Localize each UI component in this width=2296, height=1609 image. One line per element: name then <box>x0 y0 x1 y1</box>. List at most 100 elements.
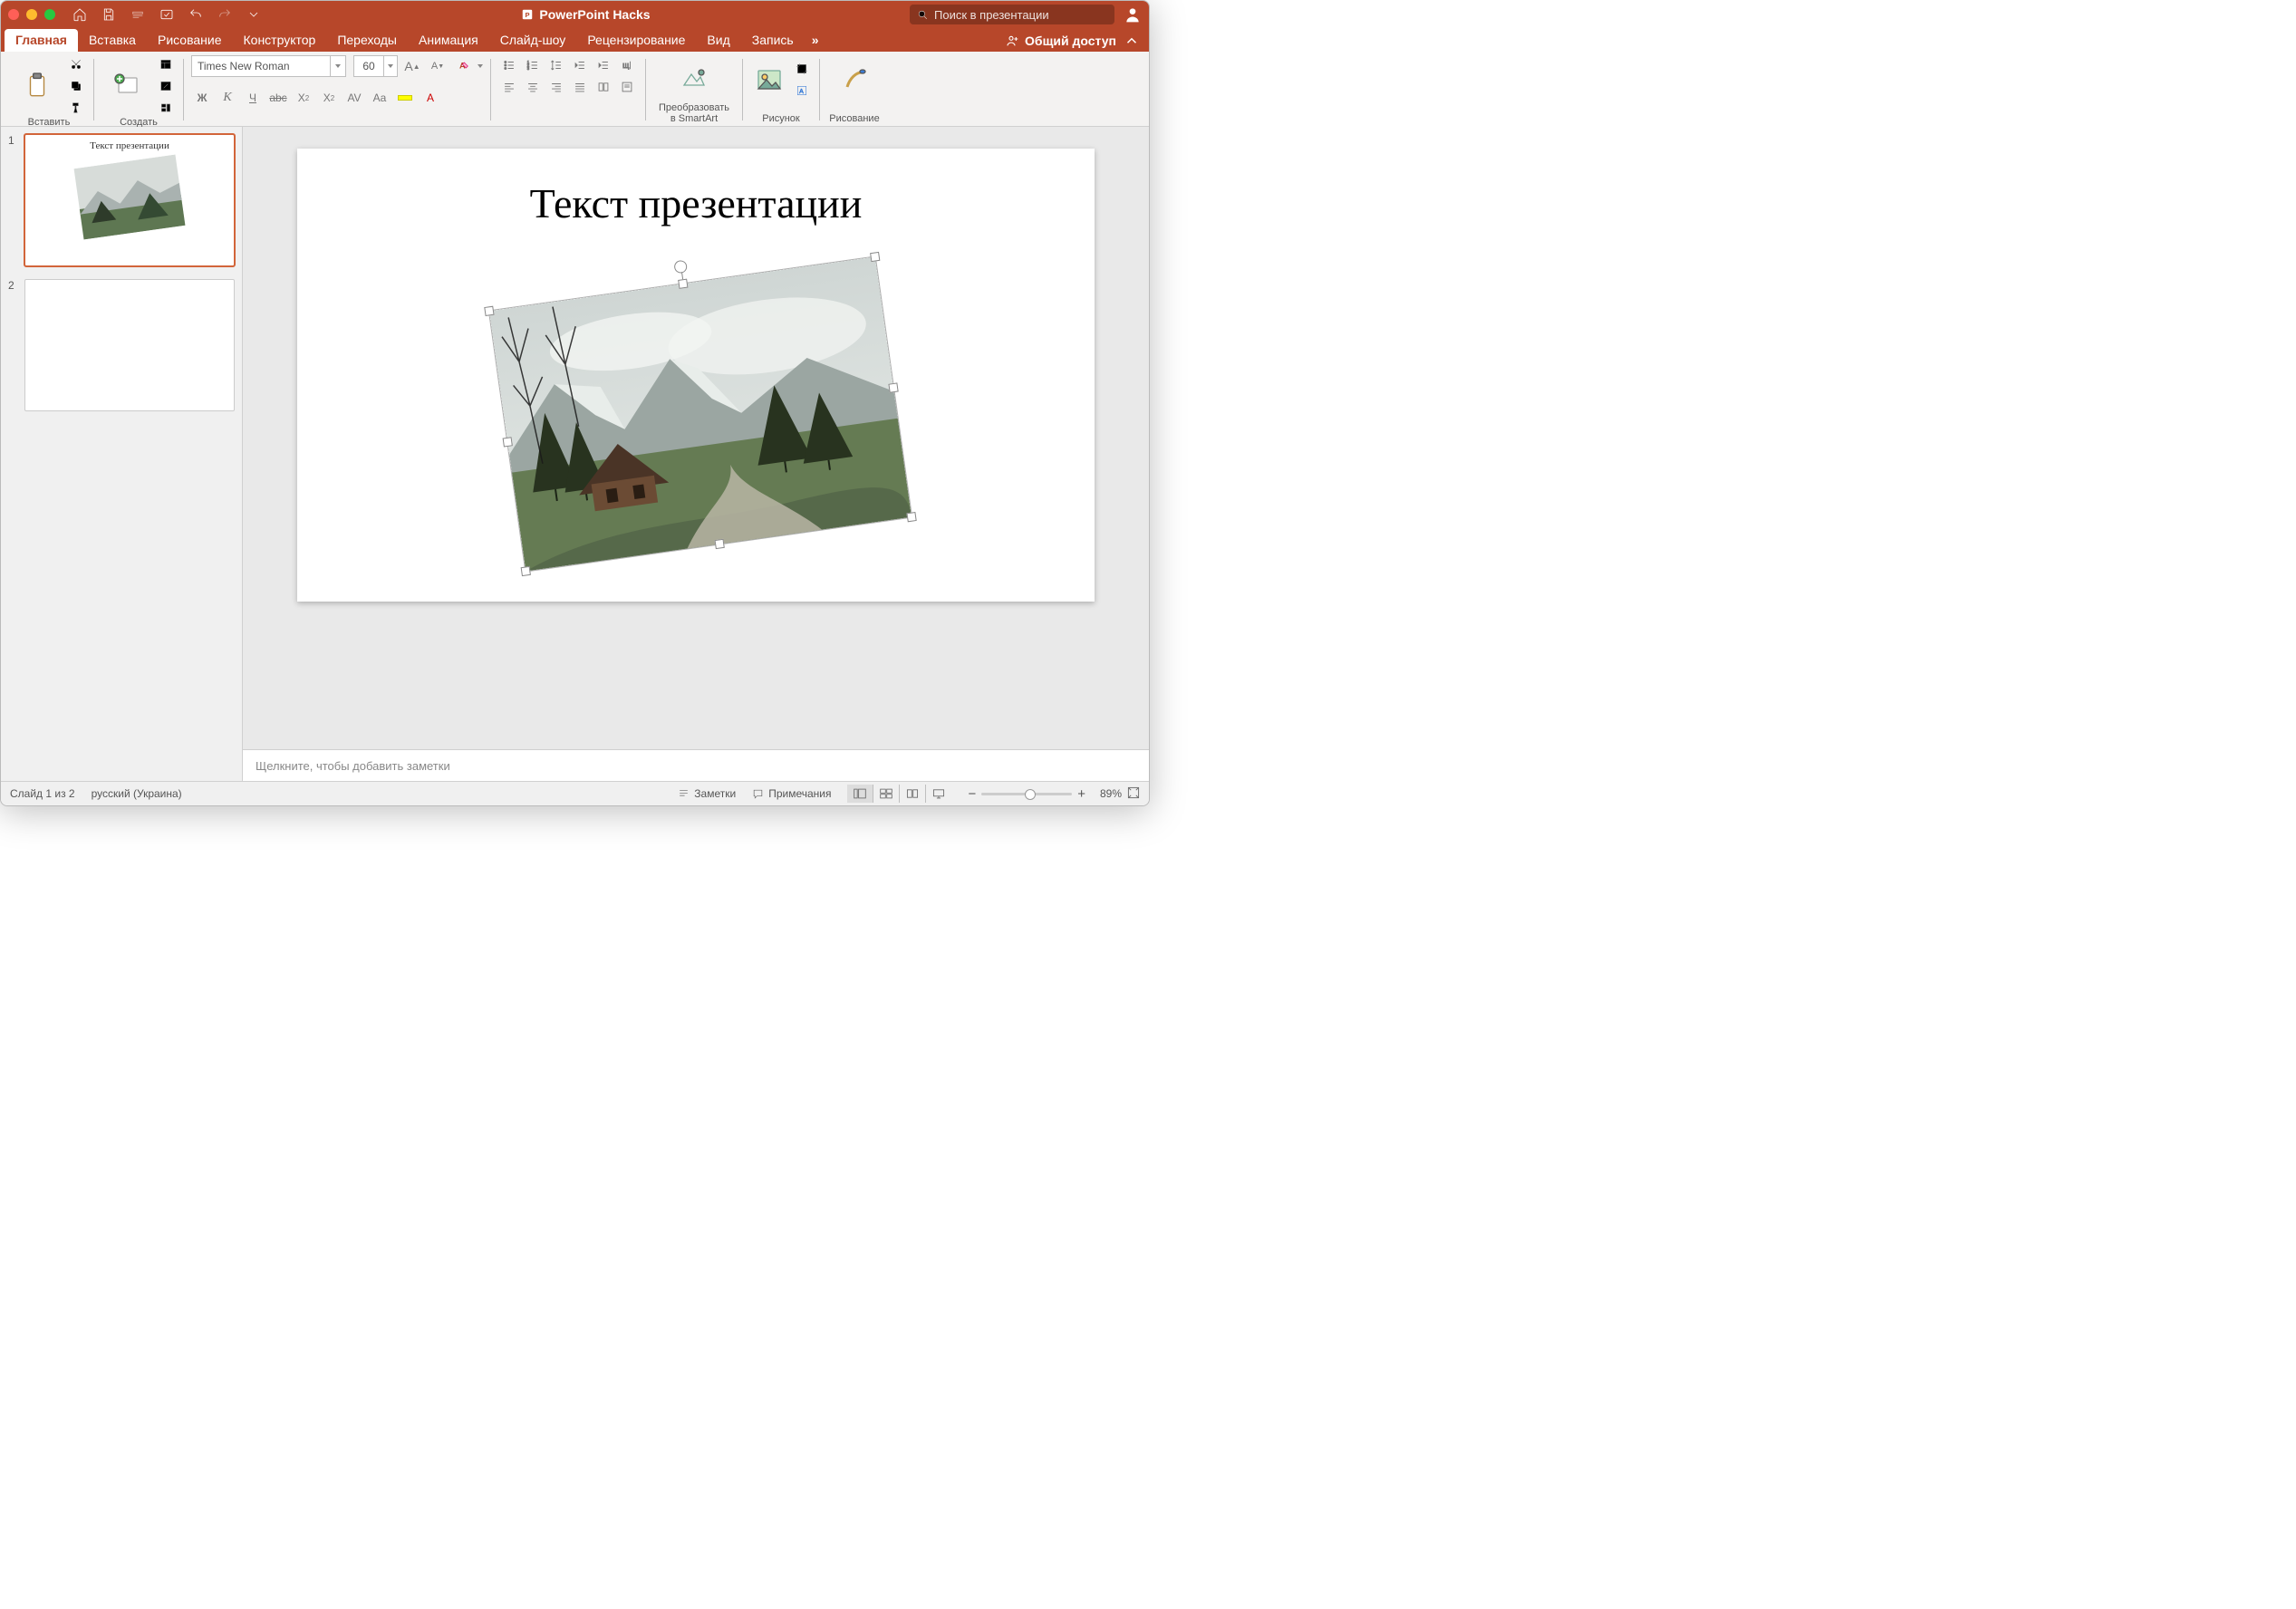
section-button[interactable] <box>156 99 176 117</box>
paste-button[interactable] <box>12 62 63 111</box>
zoom-out-button[interactable]: − <box>968 786 976 802</box>
undo-icon[interactable] <box>188 6 204 23</box>
tab-insert[interactable]: Вставка <box>78 29 147 52</box>
strike-button[interactable]: abc <box>267 88 289 108</box>
resize-handle-tl[interactable] <box>484 306 494 316</box>
view-reading-button[interactable] <box>899 785 925 803</box>
align-text-button[interactable] <box>616 77 638 97</box>
account-icon[interactable] <box>1124 5 1142 24</box>
copy-button[interactable] <box>66 77 86 95</box>
thumbnail-preview[interactable]: Текст презентации <box>24 134 235 266</box>
cut-button[interactable] <box>66 55 86 73</box>
resize-handle-l[interactable] <box>503 437 513 447</box>
picture-alt-button[interactable]: A <box>792 82 812 100</box>
decrease-font-button[interactable]: A▼ <box>427 56 449 76</box>
tab-design[interactable]: Конструктор <box>233 29 327 52</box>
resize-handle-t[interactable] <box>678 279 688 289</box>
tab-record[interactable]: Запись <box>741 29 805 52</box>
tab-slideshow[interactable]: Слайд-шоу <box>489 29 577 52</box>
resize-handle-bl[interactable] <box>521 566 531 576</box>
qat-more-icon[interactable] <box>246 6 262 23</box>
language-indicator[interactable]: русский (Украина) <box>92 787 182 800</box>
selected-picture[interactable] <box>489 256 912 571</box>
increase-indent-button[interactable] <box>593 55 614 75</box>
rotate-handle[interactable] <box>673 260 688 275</box>
tab-animation[interactable]: Анимация <box>408 29 489 52</box>
slide-title-text[interactable]: Текст презентации <box>297 179 1095 227</box>
bold-button[interactable]: Ж <box>191 88 213 108</box>
font-group-more[interactable] <box>478 64 483 68</box>
line-spacing-button[interactable] <box>545 55 567 75</box>
view-sorter-button[interactable] <box>873 785 899 803</box>
clear-formatting-button[interactable]: A <box>452 56 474 76</box>
italic-button[interactable]: К <box>217 88 238 108</box>
font-color-button[interactable]: A <box>420 88 441 108</box>
font-size-dropdown[interactable] <box>383 56 397 76</box>
resize-handle-tr[interactable] <box>870 252 880 262</box>
slide-thumbnail-panel[interactable]: 1 Текст презентации 2 <box>1 127 243 781</box>
numbering-button[interactable]: 123 <box>522 55 544 75</box>
underline-button[interactable]: Ч <box>242 88 264 108</box>
slide-canvas[interactable]: Текст презентации <box>297 149 1095 602</box>
close-window-button[interactable] <box>8 9 19 20</box>
fit-to-window-button[interactable] <box>1127 786 1140 802</box>
convert-smartart-button[interactable] <box>653 55 735 102</box>
fullscreen-window-button[interactable] <box>44 9 55 20</box>
view-slideshow-button[interactable] <box>925 785 951 803</box>
decrease-indent-button[interactable] <box>569 55 591 75</box>
format-painter-button[interactable] <box>66 99 86 117</box>
reset-slide-button[interactable] <box>156 77 176 95</box>
new-slide-button[interactable] <box>101 62 152 111</box>
redo-icon[interactable] <box>217 6 233 23</box>
font-size-input[interactable] <box>354 59 383 73</box>
tab-draw[interactable]: Рисование <box>147 29 233 52</box>
bullets-button[interactable] <box>498 55 520 75</box>
drawing-button[interactable] <box>827 55 882 104</box>
print-icon[interactable] <box>130 6 146 23</box>
align-left-button[interactable] <box>498 77 520 97</box>
resize-handle-b[interactable] <box>715 539 725 549</box>
align-right-button[interactable] <box>545 77 567 97</box>
superscript-button[interactable]: X2 <box>293 88 314 108</box>
change-case-button[interactable]: Aa <box>369 88 391 108</box>
notes-toggle[interactable]: Заметки <box>678 787 736 800</box>
tab-review[interactable]: Рецензирование <box>576 29 696 52</box>
view-normal-button[interactable] <box>847 785 873 803</box>
char-spacing-button[interactable]: A͏V <box>343 88 365 108</box>
tab-home[interactable]: Главная <box>5 29 78 52</box>
picture-button[interactable] <box>750 55 788 104</box>
columns-button[interactable] <box>593 77 614 97</box>
increase-font-button[interactable]: A▲ <box>401 56 423 76</box>
comments-toggle[interactable]: Примечания <box>752 787 831 800</box>
picture-crop-button[interactable] <box>792 60 812 78</box>
home-icon[interactable] <box>72 6 88 23</box>
save-icon[interactable] <box>101 6 117 23</box>
thumbnail-preview[interactable] <box>24 279 235 411</box>
share-button[interactable]: Общий доступ <box>1006 34 1116 48</box>
minimize-window-button[interactable] <box>26 9 37 20</box>
font-size-selector[interactable] <box>353 55 398 77</box>
slide-canvas-area[interactable]: Текст презентации <box>243 127 1149 749</box>
search-field[interactable]: Поиск в презентации <box>910 5 1114 24</box>
slide-layout-button[interactable] <box>156 55 176 73</box>
collapse-ribbon-icon[interactable] <box>1124 33 1140 49</box>
notes-panel[interactable]: Щелкните, чтобы добавить заметки <box>243 749 1149 781</box>
touch-mode-icon[interactable] <box>159 6 175 23</box>
text-direction-button[interactable]: Щ <box>616 55 638 75</box>
resize-handle-br[interactable] <box>906 512 916 522</box>
thumbnail-slide-1[interactable]: 1 Текст презентации <box>8 134 235 266</box>
slide-counter[interactable]: Слайд 1 из 2 <box>10 787 75 800</box>
font-name-input[interactable] <box>192 60 330 72</box>
highlight-button[interactable] <box>394 88 416 108</box>
tab-view[interactable]: Вид <box>696 29 740 52</box>
resize-handle-r[interactable] <box>888 382 898 392</box>
zoom-percent[interactable]: 89% <box>1091 787 1122 800</box>
align-justify-button[interactable] <box>569 77 591 97</box>
tab-transitions[interactable]: Переходы <box>326 29 408 52</box>
font-name-dropdown[interactable] <box>330 56 345 76</box>
subscript-button[interactable]: X2 <box>318 88 340 108</box>
zoom-slider-thumb[interactable] <box>1025 789 1036 800</box>
align-center-button[interactable] <box>522 77 544 97</box>
zoom-in-button[interactable]: + <box>1077 786 1085 802</box>
zoom-slider[interactable] <box>981 793 1072 795</box>
